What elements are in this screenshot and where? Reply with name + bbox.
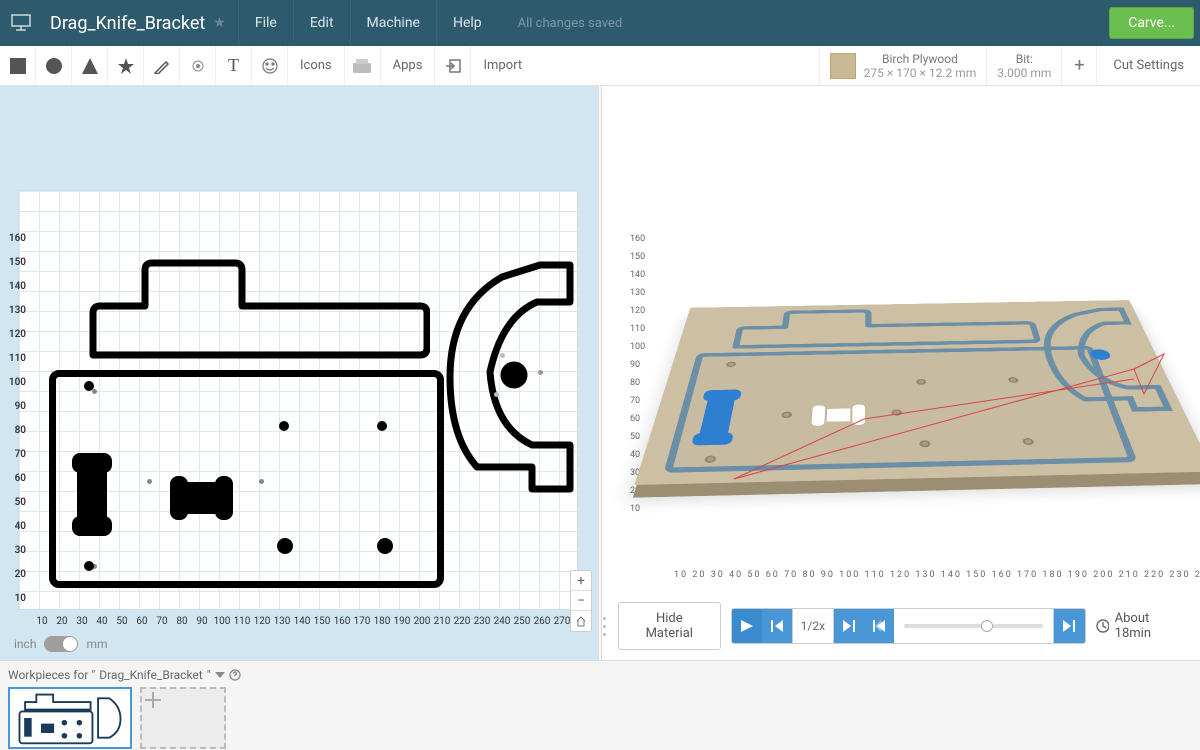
hide-material-button[interactable]: Hide Material: [618, 602, 721, 650]
tool-apps-icon[interactable]: [345, 46, 381, 85]
menu-help[interactable]: Help: [436, 0, 498, 46]
app-icon: [0, 14, 42, 32]
bit-selector[interactable]: Bit: 3.000 mm: [986, 46, 1061, 85]
preview-viewport[interactable]: 160150140130120110100908070605040302010: [614, 144, 1188, 590]
workpiece-add-button[interactable]: [140, 687, 226, 749]
plus-icon: [142, 689, 224, 747]
main-split: 102030405060708090100110120130140150160 …: [0, 86, 1200, 660]
step-back-button[interactable]: [762, 609, 792, 643]
material-name: Birch Plywood: [864, 52, 977, 66]
chevron-down-icon[interactable]: [215, 670, 225, 680]
zoom-in-button[interactable]: +: [571, 571, 591, 591]
bit-label: Bit:: [997, 52, 1051, 66]
tool-pen[interactable]: [144, 46, 180, 85]
shape-slot-i[interactable]: [77, 457, 107, 532]
zoom-controls: + −: [570, 570, 592, 632]
material-dimensions: 275 × 170 × 12.2 mm: [864, 66, 977, 80]
shape-slot-h[interactable]: [174, 482, 229, 514]
skip-end-button[interactable]: [1054, 609, 1084, 643]
unit-inch-label: inch: [14, 637, 36, 651]
carve-button[interactable]: Carve...: [1109, 7, 1194, 39]
step-forward-button[interactable]: [834, 609, 864, 643]
time-estimate: About 18min: [1096, 611, 1184, 641]
tool-circle[interactable]: [36, 46, 72, 85]
tool-import-icon[interactable]: [435, 46, 471, 85]
preview-material-board: [634, 300, 1200, 485]
preview-cut-tab: [729, 306, 1042, 350]
drill-hole[interactable]: [84, 561, 94, 571]
drill-hole[interactable]: [147, 479, 152, 484]
playback-speed[interactable]: 1/2x: [792, 609, 833, 643]
tool-star[interactable]: [108, 46, 144, 85]
workpieces-footer: Workpieces for "Drag_Knife_Bracket": [0, 660, 1200, 750]
menu-machine[interactable]: Machine: [350, 0, 436, 46]
material-swatch: [830, 53, 856, 79]
unit-switch[interactable]: [44, 636, 78, 652]
shape-toolbar: T Icons Apps Import Birch Plywood 275 × …: [0, 46, 1200, 86]
add-bit-button[interactable]: +: [1061, 46, 1097, 85]
playback-slider[interactable]: [894, 609, 1054, 643]
tool-import[interactable]: Import: [471, 46, 534, 85]
playback-bar: 1/2x: [731, 608, 1086, 644]
drill-hole[interactable]: [259, 479, 264, 484]
workpiece-thumb-1[interactable]: [8, 687, 132, 749]
zoom-home-button[interactable]: [571, 611, 591, 631]
skip-start-button[interactable]: [864, 609, 894, 643]
design-workarea[interactable]: [18, 190, 578, 610]
menu-file[interactable]: File: [238, 0, 293, 46]
tool-rectangle[interactable]: [0, 46, 36, 85]
x-axis-ruler: 1020304050607080901001101201301401501601…: [32, 616, 578, 630]
tool-text[interactable]: T: [216, 46, 252, 85]
tool-triangle[interactable]: [72, 46, 108, 85]
tool-drill[interactable]: [180, 46, 216, 85]
drill-hole[interactable]: [277, 538, 293, 554]
preview-slot-white: [813, 407, 864, 423]
y-axis-ruler: 102030405060708090100110120130140150160: [4, 226, 26, 610]
workpieces-title: Workpieces for "Drag_Knife_Bracket": [8, 665, 1192, 687]
save-status: All changes saved: [498, 16, 623, 31]
clock-icon: [1096, 619, 1109, 633]
menu-edit[interactable]: Edit: [293, 0, 350, 46]
canvas-2d-pane[interactable]: 102030405060708090100110120130140150160 …: [0, 86, 598, 660]
play-button[interactable]: [732, 609, 762, 643]
tool-face-icon[interactable]: [252, 46, 288, 85]
unit-mm-label: mm: [86, 637, 107, 651]
bit-value: 3.000 mm: [997, 66, 1051, 80]
drill-hole[interactable]: [92, 389, 97, 394]
help-icon[interactable]: [229, 669, 241, 681]
title-bar: Drag_Knife_Bracket ★ File Edit Machine H…: [0, 0, 1200, 46]
favorite-star-icon[interactable]: ★: [213, 15, 238, 31]
tool-apps[interactable]: Apps: [381, 46, 436, 85]
preview-controls: Hide Material 1/2x About 18min: [602, 596, 1200, 656]
tool-icons-library[interactable]: Icons: [288, 46, 345, 85]
zoom-out-button[interactable]: −: [571, 591, 591, 611]
drill-hole[interactable]: [279, 421, 289, 431]
unit-toggle: inch mm: [14, 636, 107, 652]
preview-3d-pane[interactable]: 160150140130120110100908070605040302010: [602, 86, 1200, 660]
material-selector[interactable]: Birch Plywood 275 × 170 × 12.2 mm: [819, 46, 987, 85]
drill-hole[interactable]: [377, 421, 387, 431]
shape-bracket-tab[interactable]: [85, 258, 430, 363]
shape-mount-plate[interactable]: [442, 257, 577, 497]
project-title: Drag_Knife_Bracket: [42, 13, 213, 34]
cut-settings-button[interactable]: Cut Settings: [1097, 58, 1200, 73]
preview-slot-blue: [697, 391, 736, 443]
preview-x-ruler: 10 20 30 40 50 60 70 80 90 100 110 120 1…: [674, 570, 1200, 580]
drill-hole[interactable]: [377, 538, 393, 554]
shape-base-plate[interactable]: [49, 370, 444, 588]
